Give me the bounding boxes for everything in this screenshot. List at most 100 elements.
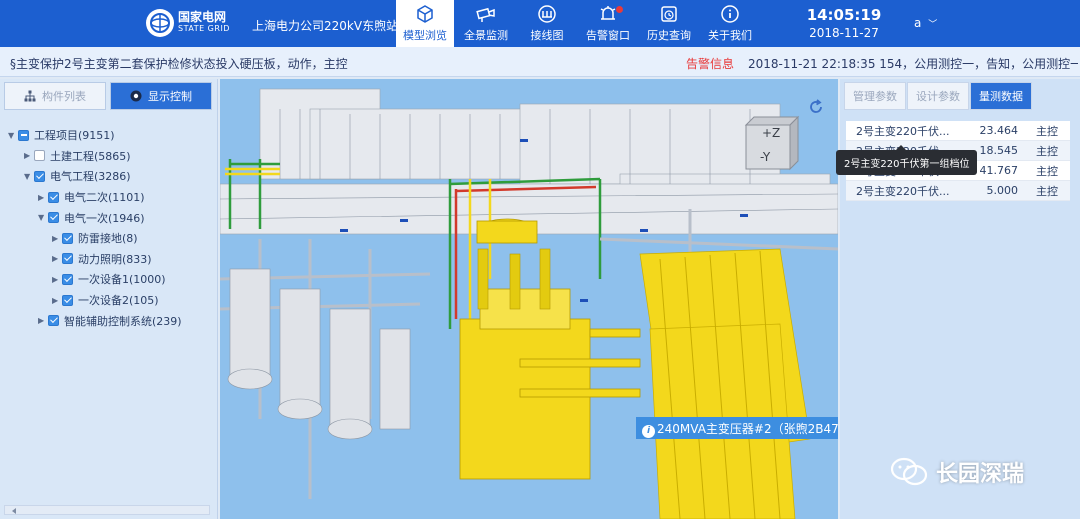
nav-label: 模型浏览: [403, 29, 447, 42]
chevron-right-icon[interactable]: ▶: [38, 316, 48, 325]
chevron-right-icon[interactable]: ▶: [52, 296, 62, 305]
tree-node-smart-aux[interactable]: ▶ 智能辅助控制系统(239): [8, 310, 182, 331]
tree-node-label: 电气工程(3286): [50, 170, 131, 184]
tree-checkbox[interactable]: [62, 273, 73, 285]
component-label[interactable]: i 240MVA主变压器#2（张煦2B47: [636, 417, 838, 439]
chevron-right-icon[interactable]: ▶: [24, 151, 34, 160]
logo: 国家电网 STATE GRID: [146, 9, 230, 37]
measurement-value: 5.000: [986, 184, 1019, 197]
tree-node-equipment-2[interactable]: ▶ 一次设备2(105): [8, 290, 182, 311]
tab-display-control[interactable]: 显示控制: [110, 82, 212, 110]
cube-face-front[interactable]: -Y: [760, 150, 771, 164]
chevron-right-icon[interactable]: ▶: [52, 254, 62, 263]
left-panel: 构件列表 显示控制 ▼ 工程项目(9151) ▶ 土建工程(5865) ▼ 电气…: [0, 79, 218, 519]
tree-node-project[interactable]: ▼ 工程项目(9151): [8, 125, 182, 146]
tree-node-civil[interactable]: ▶ 土建工程(5865): [8, 146, 182, 167]
cube-icon: [417, 5, 433, 23]
history-icon: [661, 6, 677, 22]
measurement-name: 2号主变220千伏...: [856, 184, 950, 198]
clock-time: 14:05:19: [806, 6, 882, 24]
chevron-down-icon[interactable]: ▼: [38, 213, 48, 222]
wechat-icon: [890, 457, 928, 486]
component-label-text: 240MVA主变压器#2（张煦2B47: [657, 422, 838, 436]
measurement-tooltip: 2号主变220千伏第一组档位: [836, 145, 978, 175]
nav-label: 关于我们: [708, 29, 752, 42]
logo-cn: 国家电网: [178, 10, 227, 24]
camera-icon: [476, 7, 495, 22]
tree-node-label: 电气一次(1946): [64, 211, 145, 225]
measurement-name: 2号主变220千伏...: [856, 124, 950, 138]
tree-node-secondary[interactable]: ▶ 电气二次(1101): [8, 187, 182, 208]
tree-checkbox[interactable]: [34, 150, 45, 162]
chevron-down-icon[interactable]: ▼: [8, 131, 18, 140]
station-name: 上海电力公司220kV东煦站: [252, 19, 399, 33]
right-panel: 管理参数 设计参数 量测数据 2号主变220千伏... 23.464 主控 2号…: [840, 79, 1080, 519]
table-row[interactable]: 2号主变220千伏... 5.000 主控: [846, 181, 1070, 201]
tab-component-list[interactable]: 构件列表: [4, 82, 106, 110]
tab-design-params[interactable]: 设计参数: [907, 82, 969, 110]
user-menu[interactable]: a ﹀: [914, 16, 937, 30]
horizontal-scrollbar[interactable]: [4, 505, 210, 515]
tree-checkbox[interactable]: [18, 129, 29, 141]
tree-checkbox[interactable]: [62, 294, 73, 306]
measurement-source: 主控: [1036, 144, 1058, 158]
tree-checkbox[interactable]: [62, 253, 73, 265]
chevron-down-icon: ﹀: [928, 20, 938, 30]
measurement-source: 主控: [1036, 124, 1058, 138]
measurement-source: 主控: [1036, 184, 1058, 198]
nav-model-browse[interactable]: 模型浏览: [396, 0, 454, 47]
tree-node-label: 一次设备1(1000): [78, 273, 166, 287]
table-row[interactable]: 2号主变220千伏... 23.464 主控: [846, 121, 1070, 141]
info-icon: [721, 5, 739, 23]
alarm-badge: [616, 6, 623, 13]
tree-node-label: 工程项目(9151): [34, 129, 115, 143]
nav-about-us[interactable]: 关于我们: [701, 0, 759, 47]
view-cube[interactable]: +Z -Y: [740, 111, 802, 175]
tree-node-power-lighting[interactable]: ▶ 动力照明(833): [8, 249, 182, 270]
user-name: a: [914, 16, 922, 30]
measurement-source: 主控: [1036, 164, 1058, 178]
tree-node-equipment-1[interactable]: ▶ 一次设备1(1000): [8, 269, 182, 290]
nav-label: 接线图: [530, 29, 564, 42]
cube-face-top[interactable]: +Z: [762, 126, 780, 140]
top-bar: 国家电网 STATE GRID 上海电力公司220kV东煦站 模型浏览 全景监测…: [0, 0, 1080, 47]
tree-checkbox[interactable]: [48, 315, 59, 327]
watermark: 长园深瑞: [890, 456, 1024, 488]
refresh-icon[interactable]: [808, 99, 824, 115]
nav-alarm-window[interactable]: 告警窗口: [579, 0, 637, 47]
model-viewport[interactable]: +Z -Y i 240MVA主变压器#2（张煦2B47: [220, 79, 838, 519]
tree-checkbox[interactable]: [34, 170, 45, 182]
clock: 14:05:19 2018-11-27: [804, 6, 884, 40]
tree-checkbox[interactable]: [48, 212, 59, 224]
nav-wiring-diagram[interactable]: 接线图: [518, 0, 576, 47]
tree-node-primary[interactable]: ▼ 电气一次(1946): [8, 207, 182, 228]
tree-node-label: 智能辅助控制系统(239): [64, 314, 182, 328]
nav-panorama-monitor[interactable]: 全景监测: [457, 0, 515, 47]
alarm-ticker: §主变保护2号主变第二套保护检修状态投入硬压板，动作，主控 告警信息 2018-…: [0, 47, 1080, 77]
tab-label: 构件列表: [42, 90, 86, 103]
chevron-right-icon[interactable]: ▶: [52, 234, 62, 243]
wiring-icon: [538, 5, 556, 23]
tab-measurement-data[interactable]: 量测数据: [970, 82, 1032, 110]
hierarchy-icon: [24, 90, 36, 102]
chevron-right-icon[interactable]: ▶: [52, 275, 62, 284]
chevron-down-icon[interactable]: ▼: [24, 172, 34, 181]
main-nav: 模型浏览 全景监测 接线图 告警窗口 历史查询 关于我们: [396, 0, 762, 47]
tree-node-label: 动力照明(833): [78, 252, 152, 266]
clock-date: 2018-11-27: [809, 26, 879, 40]
measurement-value: 23.464: [979, 124, 1019, 137]
eye-icon: [130, 90, 142, 102]
nav-history-query[interactable]: 历史查询: [640, 0, 698, 47]
state-grid-logo-icon: [146, 9, 174, 37]
ticker-alarm-label[interactable]: 告警信息: [686, 55, 734, 72]
tree-checkbox[interactable]: [48, 191, 59, 203]
component-tree: ▼ 工程项目(9151) ▶ 土建工程(5865) ▼ 电气工程(3286) ▶…: [8, 125, 182, 331]
tree-node-label: 一次设备2(105): [78, 294, 159, 308]
tree-node-lightning[interactable]: ▶ 防雷接地(8): [8, 228, 182, 249]
tab-management-params[interactable]: 管理参数: [844, 82, 906, 110]
tree-node-label: 防雷接地(8): [78, 232, 138, 246]
chevron-right-icon[interactable]: ▶: [38, 193, 48, 202]
ticker-event-text: §主变保护2号主变第二套保护检修状态投入硬压板，动作，主控: [10, 57, 348, 71]
tree-checkbox[interactable]: [62, 232, 73, 244]
tree-node-electrical[interactable]: ▼ 电气工程(3286): [8, 166, 182, 187]
